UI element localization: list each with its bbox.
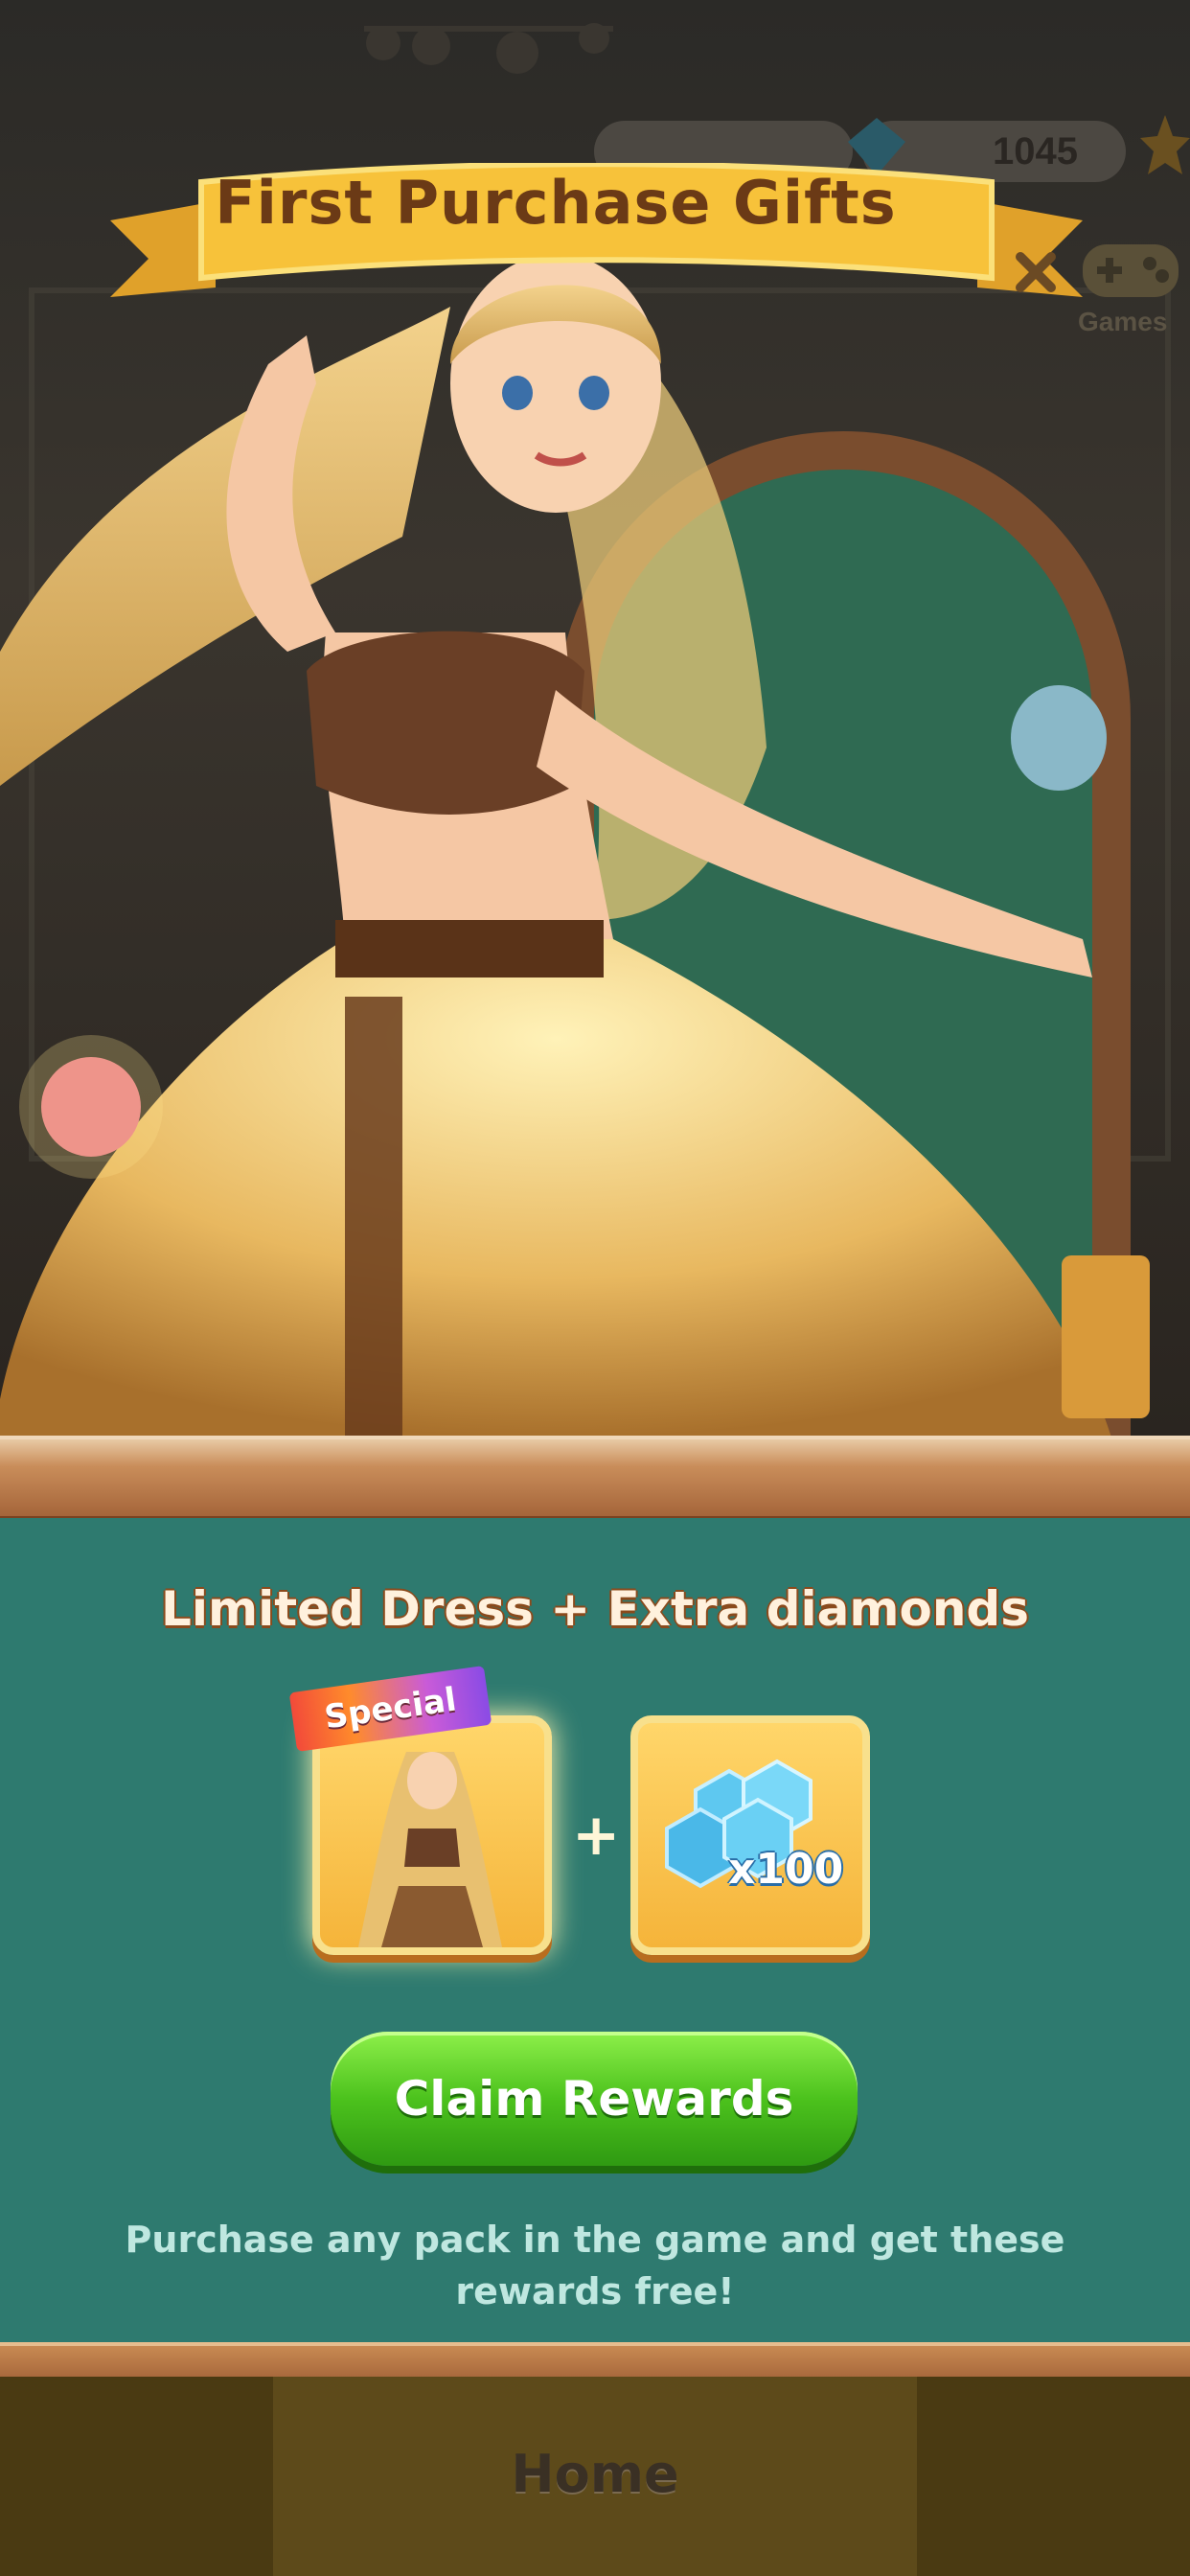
plus-sign: + bbox=[572, 1802, 621, 1869]
dress-thumbnail-icon bbox=[358, 1752, 502, 1947]
dress-reward-card bbox=[312, 1715, 552, 1955]
panel-heading: Limited Dress + Extra diamonds bbox=[161, 1581, 1029, 1637]
panel-bottom-trim bbox=[0, 2342, 1190, 2380]
character-illustration bbox=[0, 254, 1150, 1438]
diamond-reward-card bbox=[630, 1715, 870, 1955]
nav-home-label: Home bbox=[511, 2444, 679, 2504]
claim-rewards-button[interactable]: Claim Rewards bbox=[331, 2032, 858, 2166]
diamond-pile-icon bbox=[665, 1759, 812, 1889]
purchase-note: Purchase any pack in the game and get th… bbox=[125, 2219, 1065, 2312]
wood-plank-divider bbox=[0, 1436, 1190, 1522]
star-icon bbox=[1140, 115, 1190, 174]
chandelier-icon bbox=[364, 23, 613, 74]
close-icon bbox=[1016, 252, 1056, 292]
diamond-reward-count: x100 bbox=[728, 1845, 844, 1894]
close-button[interactable] bbox=[1001, 242, 1059, 300]
popup-title: First Purchase Gifts bbox=[215, 168, 897, 238]
